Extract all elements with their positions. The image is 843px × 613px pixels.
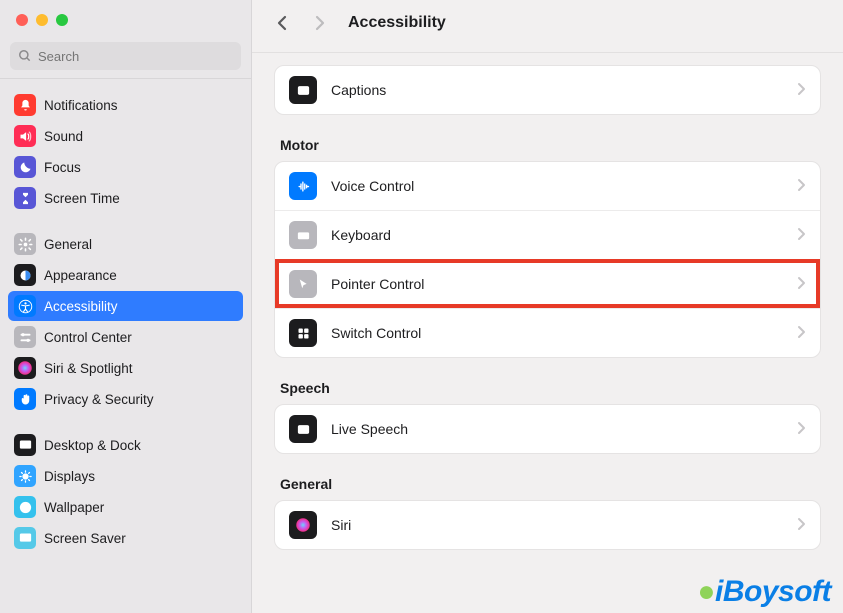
- sidebar-item-label: Screen Time: [44, 191, 120, 206]
- sidebar-item-label: Privacy & Security: [44, 392, 154, 407]
- sidebar-item-wallpaper[interactable]: Wallpaper: [8, 492, 243, 522]
- siri-icon: [14, 357, 36, 379]
- sidebar: Notifications Sound Focus Screen Time Genera…: [0, 0, 252, 613]
- row-label: Siri: [331, 517, 351, 533]
- bell-icon: [14, 94, 36, 116]
- accessibility-icon: [14, 295, 36, 317]
- close-icon[interactable]: [16, 14, 28, 26]
- row-label: Live Speech: [331, 421, 408, 437]
- row-label: Keyboard: [331, 227, 391, 243]
- minimize-icon[interactable]: [36, 14, 48, 26]
- settings-row-switch-control[interactable]: Switch Control: [275, 308, 820, 357]
- chevron-right-icon: [313, 15, 325, 31]
- row-label: Captions: [331, 82, 386, 98]
- sidebar-item-label: Focus: [44, 160, 81, 175]
- settings-row-siri[interactable]: Siri: [275, 501, 820, 549]
- chevron-right-icon: [797, 421, 806, 438]
- sidebar-item-screen-time[interactable]: Screen Time: [8, 183, 243, 213]
- sidebar-item-label: Screen Saver: [44, 531, 126, 546]
- displays-icon: [14, 465, 36, 487]
- section-title: Speech: [280, 380, 821, 396]
- sidebar-item-control-center[interactable]: Control Center: [8, 322, 243, 352]
- chevron-right-icon: [797, 276, 806, 293]
- sidebar-item-label: Accessibility: [44, 299, 118, 314]
- chevron-right-icon: [797, 178, 806, 195]
- search-field[interactable]: [38, 49, 233, 64]
- switches-icon: [14, 326, 36, 348]
- sidebar-item-label: Desktop & Dock: [44, 438, 141, 453]
- sidebar-item-label: Control Center: [44, 330, 132, 345]
- back-button[interactable]: [270, 10, 296, 36]
- sidebar-item-general[interactable]: General: [8, 229, 243, 259]
- sidebar-item-desktop-dock[interactable]: Desktop & Dock: [8, 430, 243, 460]
- settings-row-keyboard[interactable]: Keyboard: [275, 210, 820, 259]
- chevron-right-icon: [797, 325, 806, 342]
- screensaver-icon: [14, 527, 36, 549]
- sidebar-item-label: Sound: [44, 129, 83, 144]
- sidebar-item-sound[interactable]: Sound: [8, 121, 243, 151]
- forward-button[interactable]: [306, 10, 332, 36]
- chevron-right-icon: [797, 227, 806, 244]
- row-label: Pointer Control: [331, 276, 424, 292]
- sidebar-item-label: Notifications: [44, 98, 118, 113]
- pointer-icon: [289, 270, 317, 298]
- sidebar-item-label: Siri & Spotlight: [44, 361, 133, 376]
- zoom-icon[interactable]: [56, 14, 68, 26]
- hourglass-icon: [14, 187, 36, 209]
- sidebar-item-label: Appearance: [44, 268, 117, 283]
- sidebar-item-privacy-security[interactable]: Privacy & Security: [8, 384, 243, 414]
- search-input[interactable]: [10, 42, 241, 70]
- sidebar-item-focus[interactable]: Focus: [8, 152, 243, 182]
- page-title: Accessibility: [348, 14, 446, 32]
- siri-icon: [289, 511, 317, 539]
- section-title: Motor: [280, 137, 821, 153]
- wallpaper-icon: [14, 496, 36, 518]
- captions-icon: CC: [289, 76, 317, 104]
- sidebar-item-accessibility[interactable]: Accessibility: [8, 291, 243, 321]
- search-icon: [18, 49, 32, 63]
- window-controls: [0, 0, 251, 36]
- settings-row-pointer-control[interactable]: Pointer Control: [275, 259, 820, 308]
- row-label: Voice Control: [331, 178, 414, 194]
- switchcontrol-icon: [289, 319, 317, 347]
- section-title: General: [280, 476, 821, 492]
- sidebar-item-displays[interactable]: Displays: [8, 461, 243, 491]
- sidebar-item-notifications[interactable]: Notifications: [8, 90, 243, 120]
- moon-icon: [14, 156, 36, 178]
- voicecontrol-icon: [289, 172, 317, 200]
- chevron-right-icon: [797, 517, 806, 534]
- sidebar-item-screen-saver[interactable]: Screen Saver: [8, 523, 243, 553]
- gear-icon: [14, 233, 36, 255]
- sidebar-item-label: General: [44, 237, 92, 252]
- settings-row-voice-control[interactable]: Voice Control: [275, 162, 820, 210]
- livespeech-icon: [289, 415, 317, 443]
- row-label: Switch Control: [331, 325, 421, 341]
- topbar: Accessibility: [252, 0, 843, 53]
- settings-row-live-speech[interactable]: Live Speech: [275, 405, 820, 453]
- chevron-left-icon: [277, 15, 289, 31]
- sidebar-item-label: Displays: [44, 469, 95, 484]
- chevron-right-icon: [797, 82, 806, 99]
- appearance-icon: [14, 264, 36, 286]
- settings-row-captions[interactable]: CC Captions: [275, 66, 820, 114]
- svg-text:CC: CC: [300, 89, 307, 94]
- dock-icon: [14, 434, 36, 456]
- sidebar-item-appearance[interactable]: Appearance: [8, 260, 243, 290]
- main-content: Accessibility CC Captions Motor Voice Contr…: [252, 0, 843, 613]
- keyboard-icon: [289, 221, 317, 249]
- sidebar-item-siri-spotlight[interactable]: Siri & Spotlight: [8, 353, 243, 383]
- hand-icon: [14, 388, 36, 410]
- speaker-icon: [14, 125, 36, 147]
- sidebar-item-label: Wallpaper: [44, 500, 104, 515]
